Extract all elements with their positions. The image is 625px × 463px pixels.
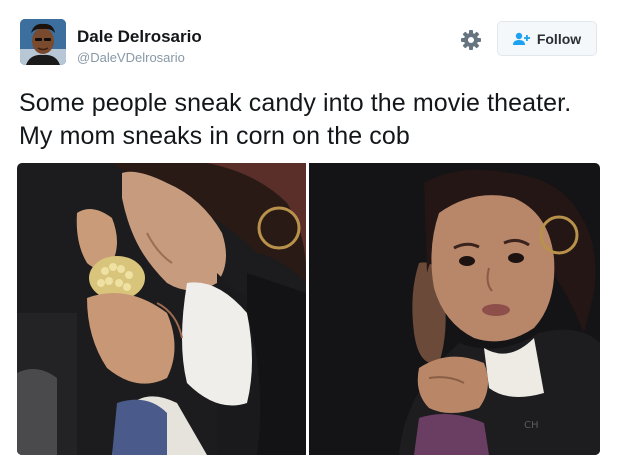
photo-2[interactable]: CH xyxy=(309,163,600,455)
photo-1[interactable] xyxy=(17,163,306,455)
add-user-icon xyxy=(512,32,530,45)
gear-icon[interactable] xyxy=(458,27,484,53)
user-handle[interactable]: @DaleVDelrosario xyxy=(77,50,185,66)
follow-label: Follow xyxy=(536,30,582,47)
avatar[interactable] xyxy=(20,19,66,65)
tweet-card: Dale Delrosario @DaleVDelrosario Follow … xyxy=(0,0,625,463)
svg-text:CH: CH xyxy=(524,420,539,431)
display-name[interactable]: Dale Delrosario xyxy=(77,27,202,47)
tweet-text: Some people sneak candy into the movie t… xyxy=(19,89,572,150)
avatar-photo xyxy=(20,19,66,65)
media-grid: CH xyxy=(17,163,600,455)
follow-button[interactable]: Follow xyxy=(497,21,597,56)
